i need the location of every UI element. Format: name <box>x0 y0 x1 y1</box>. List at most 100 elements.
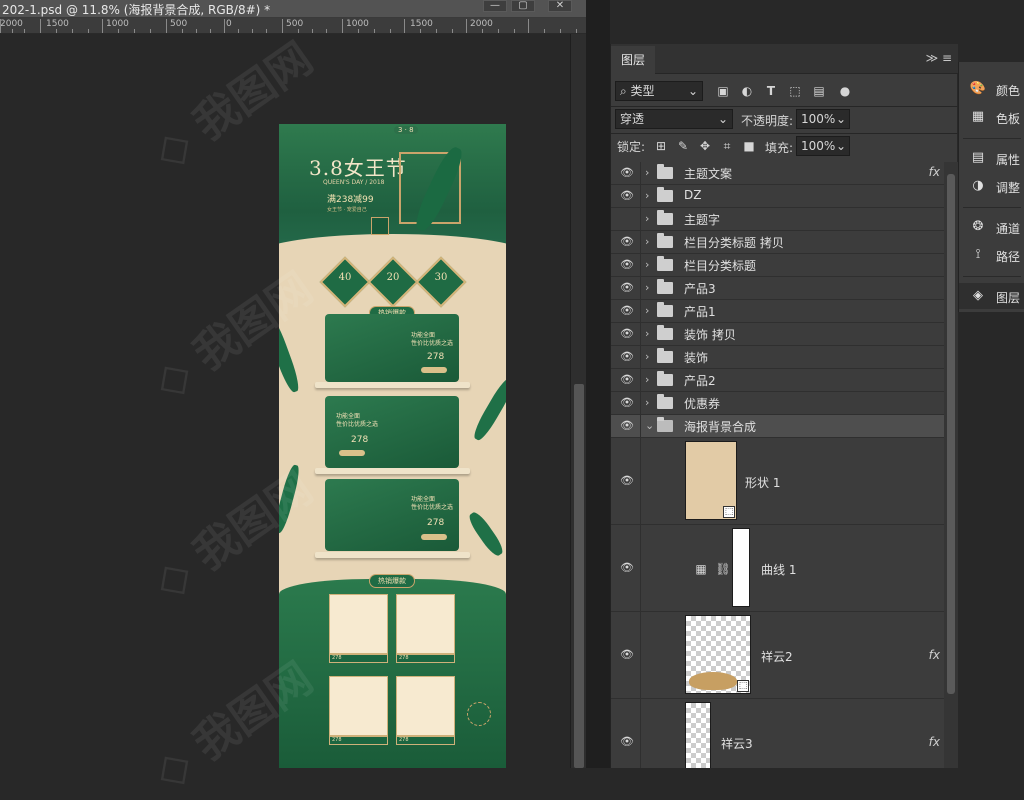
chevron-right-icon[interactable]: › <box>645 350 655 364</box>
layer-row-曲线-1[interactable]: 👁 ▦ ⛓ 曲线 1 <box>611 525 944 612</box>
visibility-toggle[interactable]: 👁 <box>611 392 641 414</box>
chevron-right-icon[interactable]: › <box>645 212 655 226</box>
poster-artwork[interactable]: 3 · 8 3.8女王节 QUEEN'S DAY / 2018 满238减99 … <box>279 124 506 768</box>
lock-transparent-icon[interactable]: ⊞ <box>653 138 669 154</box>
fill-input[interactable]: 100% ⌄ <box>796 136 850 156</box>
visibility-toggle[interactable]: 👁 <box>611 185 641 207</box>
layer-row-形状-1[interactable]: 👁 ⬚ 形状 1 <box>611 438 944 525</box>
layer-row-产品3[interactable]: 👁 › 产品3 <box>611 277 944 300</box>
visibility-toggle[interactable]: 👁 <box>611 300 641 322</box>
product-card[interactable] <box>329 594 388 654</box>
visibility-toggle[interactable]: 👁 <box>611 231 641 253</box>
layer-row-产品2[interactable]: 👁 › 产品2 <box>611 369 944 392</box>
document-tab[interactable]: 202-1.psd @ 11.8% (海报背景合成, RGB/8#) * — ▢… <box>0 0 590 18</box>
lock-artboard-icon[interactable]: ⌗ <box>719 138 735 154</box>
blend-mode-select[interactable]: 穿透 ⌄ <box>615 109 733 129</box>
chevron-right-icon[interactable]: › <box>645 373 655 387</box>
scrollbar-thumb[interactable] <box>947 174 955 694</box>
visibility-toggle[interactable]: 👁 <box>611 612 641 698</box>
buy-button[interactable] <box>421 534 447 540</box>
layer-row-主题字[interactable]: › 主题字 <box>611 208 944 231</box>
visibility-toggle[interactable]: 👁 <box>611 323 641 345</box>
layers-list[interactable]: 👁 › 主题文案 fx 👁 › DZ › 主题字 👁 › 栏目分类标题 拷贝 👁… <box>611 162 944 768</box>
filter-smart-object-icon[interactable]: ▤ <box>811 83 827 99</box>
filter-toggle-icon[interactable]: ● <box>837 83 853 99</box>
fx-icon[interactable]: fx <box>929 648 940 662</box>
layer-name: 祥云2 <box>761 650 793 664</box>
layer-mask-thumbnail[interactable] <box>732 528 750 607</box>
ruler-tick <box>166 19 167 33</box>
chevron-right-icon[interactable]: › <box>645 166 655 180</box>
ruler-tick <box>224 19 225 33</box>
chevron-right-icon[interactable]: › <box>645 396 655 410</box>
visibility-toggle[interactable]: 👁 <box>611 277 641 299</box>
layer-row-装饰-拷贝[interactable]: 👁 › 装饰 拷贝 <box>611 323 944 346</box>
shelf <box>315 552 470 558</box>
visibility-toggle[interactable] <box>611 208 641 230</box>
close-button[interactable]: ✕ <box>548 0 572 12</box>
layer-row-产品1[interactable]: 👁 › 产品1 <box>611 300 944 323</box>
dock-item-adjustments[interactable]: ◑ 调整 <box>959 173 1024 199</box>
filter-type-icon[interactable]: T <box>763 83 779 99</box>
horizontal-ruler[interactable]: 2000 1500 1000 500 0 500 1000 1500 2000 <box>0 18 590 34</box>
chevron-right-icon[interactable]: › <box>645 281 655 295</box>
filter-shape-icon[interactable]: ⬚ <box>787 83 803 99</box>
chevron-right-icon[interactable]: › <box>645 235 655 249</box>
scrollbar-thumb[interactable] <box>574 384 584 768</box>
filter-pixel-icon[interactable]: ▣ <box>715 83 731 99</box>
buy-button[interactable] <box>339 450 365 456</box>
panel-menu-icon[interactable]: ≫ ≡ <box>926 51 952 65</box>
lock-brush-icon[interactable]: ✎ <box>675 138 691 154</box>
visibility-toggle[interactable]: 👁 <box>611 369 641 391</box>
chevron-right-icon[interactable]: › <box>645 258 655 272</box>
dock-label: 通道 <box>996 222 1021 236</box>
layer-row-栏目分类标题-拷贝[interactable]: 👁 › 栏目分类标题 拷贝 <box>611 231 944 254</box>
layer-row-海报背景合成[interactable]: 👁 ⌄ 海报背景合成 <box>611 415 944 438</box>
ruler-tick <box>196 29 197 33</box>
layer-row-装饰[interactable]: 👁 › 装饰 <box>611 346 944 369</box>
visibility-toggle[interactable]: 👁 <box>611 525 641 611</box>
layer-filter-select[interactable]: ⌕ 类型 ⌄ <box>615 81 703 101</box>
lock-all-icon[interactable]: ■ <box>741 138 757 154</box>
maximize-button[interactable]: ▢ <box>511 0 535 12</box>
opacity-input[interactable]: 100% ⌄ <box>796 109 850 129</box>
filter-adjustment-icon[interactable]: ◐ <box>739 83 755 99</box>
visibility-toggle[interactable]: 👁 <box>611 699 641 768</box>
layer-row-祥云3[interactable]: 👁 祥云3 fx <box>611 699 944 768</box>
fx-icon[interactable]: fx <box>929 165 940 179</box>
layer-row-祥云2[interactable]: 👁 ⬚ 祥云2 fx <box>611 612 944 699</box>
canvas-vertical-scrollbar[interactable] <box>570 34 586 768</box>
chevron-right-icon[interactable]: › <box>645 189 655 203</box>
minimize-button[interactable]: — <box>483 0 507 12</box>
visibility-toggle[interactable]: 👁 <box>611 254 641 276</box>
chevron-down-icon[interactable]: ⌄ <box>645 419 655 433</box>
layer-row-dz[interactable]: 👁 › DZ <box>611 185 944 208</box>
layer-row-主题文案[interactable]: 👁 › 主题文案 fx <box>611 162 944 185</box>
dock-item-paths[interactable]: ⟟ 路径 <box>959 242 1024 268</box>
curves-adjustment-icon: ▦ <box>695 562 707 576</box>
product-card[interactable] <box>329 676 388 736</box>
visibility-toggle[interactable]: 👁 <box>611 438 641 524</box>
channels-icon: ❂ <box>972 219 984 234</box>
visibility-toggle[interactable]: 👁 <box>611 415 641 437</box>
visibility-toggle[interactable]: 👁 <box>611 162 641 184</box>
dock-item-properties[interactable]: ▤ 属性 <box>959 145 1024 171</box>
layer-row-优惠券[interactable]: 👁 › 优惠券 <box>611 392 944 415</box>
tab-layers[interactable]: 图层 <box>611 46 655 74</box>
visibility-toggle[interactable]: 👁 <box>611 346 641 368</box>
dock-item-layers[interactable]: ◈ 图层 <box>959 283 1024 309</box>
product-card[interactable] <box>396 676 455 736</box>
chevron-right-icon[interactable]: › <box>645 327 655 341</box>
link-icon[interactable]: ⛓ <box>715 561 731 577</box>
chevron-right-icon[interactable]: › <box>645 304 655 318</box>
product-card[interactable] <box>396 594 455 654</box>
lock-move-icon[interactable]: ✥ <box>697 138 713 154</box>
dock-item-color[interactable]: 🎨 颜色 <box>959 76 1024 102</box>
layers-scrollbar[interactable] <box>944 162 958 768</box>
dock-item-channels[interactable]: ❂ 通道 <box>959 214 1024 240</box>
ruler-label: 0 <box>226 19 232 29</box>
fx-icon[interactable]: fx <box>929 735 940 749</box>
buy-button[interactable] <box>421 367 447 373</box>
layer-row-栏目分类标题[interactable]: 👁 › 栏目分类标题 <box>611 254 944 277</box>
dock-item-swatches[interactable]: ▦ 色板 <box>959 104 1024 130</box>
